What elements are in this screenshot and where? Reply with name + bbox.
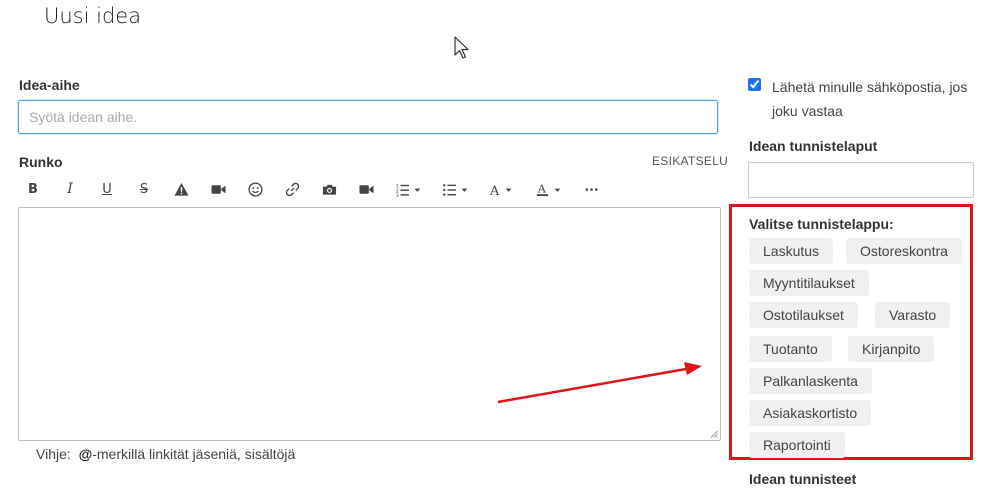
mouse-cursor-icon — [454, 36, 469, 59]
subject-label: Idea-aihe — [19, 77, 80, 93]
tag-chip[interactable]: Laskutus — [749, 238, 834, 264]
media-button[interactable] — [355, 178, 377, 200]
subject-input[interactable] — [18, 100, 718, 134]
page-title: Uusi idea — [44, 4, 142, 28]
tag-chip[interactable]: Raportointi — [749, 432, 845, 458]
font-color-button[interactable]: A — [533, 178, 565, 200]
hint-mention-symbol: @ — [78, 446, 93, 462]
bold-icon: B — [28, 181, 38, 197]
link-button[interactable] — [281, 178, 303, 200]
warning-button[interactable] — [170, 178, 192, 200]
bullet-list-button[interactable] — [439, 178, 471, 200]
email-notify-checkbox[interactable] — [748, 78, 761, 91]
underline-icon: U — [102, 181, 112, 197]
tag-ids-label: Idean tunnisteet — [749, 471, 857, 487]
tag-chip[interactable]: Ostoreskontra — [846, 238, 962, 264]
svg-text:A: A — [489, 184, 500, 197]
editor-toolbar: B I U S 123 A A — [22, 178, 617, 200]
body-label: Runko — [19, 154, 63, 170]
preview-link[interactable]: ESIKATSELU — [652, 154, 728, 168]
font-size-button[interactable]: A — [486, 178, 518, 200]
svg-text:3: 3 — [396, 193, 399, 197]
warning-icon — [173, 182, 189, 196]
tags-label: Idean tunnistelaput — [749, 138, 878, 154]
tags-input[interactable] — [748, 162, 974, 198]
font-size-icon: A — [489, 184, 512, 197]
tag-chip[interactable]: Asiakaskortisto — [749, 400, 872, 426]
more-icon — [585, 187, 597, 191]
more-button[interactable] — [580, 178, 602, 200]
emoji-icon — [247, 181, 263, 197]
tag-chip[interactable]: Myyntitilaukset — [749, 270, 869, 296]
ordered-list-icon: 123 — [396, 183, 421, 197]
hint-text: -merkillä linkität jäseniä, sisältöjä — [92, 446, 296, 462]
emoji-button[interactable] — [244, 178, 266, 200]
tag-chip[interactable]: Kirjanpito — [848, 336, 935, 362]
bullet-list-icon — [443, 183, 468, 196]
video-button[interactable] — [207, 178, 229, 200]
strikethrough-button[interactable]: S — [133, 178, 155, 200]
camera-icon — [322, 184, 336, 195]
tag-chip[interactable]: Palkanlaskenta — [749, 368, 872, 394]
email-notify-label: Lähetä minulle sähköpostia, jos joku vas… — [772, 79, 968, 119]
tag-select-label: Valitse tunnistelappu: — [749, 216, 894, 232]
media-icon — [358, 184, 374, 194]
bold-button[interactable]: B — [22, 178, 44, 200]
hint-prefix: Vihje: — [36, 446, 71, 462]
strikethrough-icon: S — [139, 181, 149, 197]
font-color-icon: A — [537, 182, 561, 196]
link-icon — [285, 182, 299, 196]
annotation-arrow-icon — [497, 362, 702, 404]
svg-text:A: A — [537, 182, 547, 195]
mention-hint: Vihje: @-merkillä linkität jäseniä, sisä… — [36, 446, 295, 462]
image-button[interactable] — [318, 178, 340, 200]
tag-chip[interactable]: Ostotilaukset — [749, 302, 858, 328]
ordered-list-button[interactable]: 123 — [392, 178, 424, 200]
underline-button[interactable]: U — [96, 178, 118, 200]
italic-icon: I — [67, 181, 73, 197]
resize-handle-icon[interactable] — [710, 430, 718, 438]
tag-chip[interactable]: Varasto — [875, 302, 951, 328]
video-icon — [210, 184, 226, 194]
tag-chip[interactable]: Tuotanto — [749, 336, 832, 362]
italic-button[interactable]: I — [59, 178, 81, 200]
